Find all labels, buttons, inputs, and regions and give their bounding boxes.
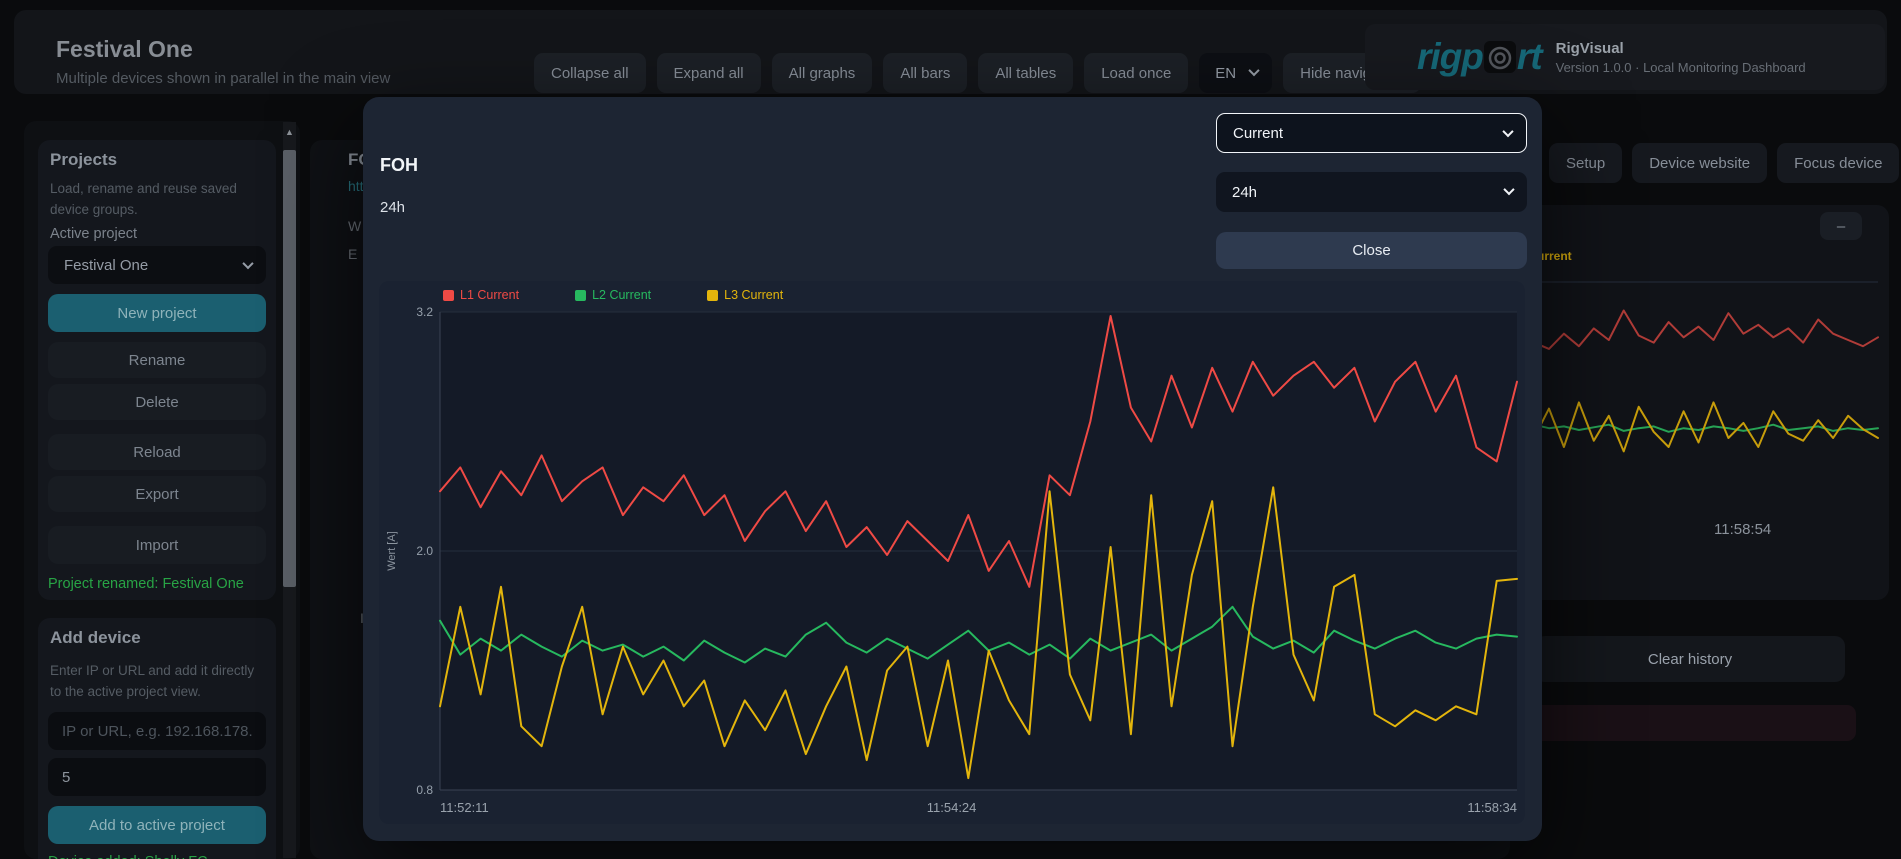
- chart-legend: L1 Current L2 Current L3 Current: [443, 288, 783, 302]
- svg-text:11:54:24: 11:54:24: [927, 800, 977, 815]
- modal-range-label: 24h: [380, 199, 405, 216]
- active-project-value: Festival One: [64, 257, 148, 274]
- foh-current-chart: 3.2 2.0 0.8 11:52:11 11:54:24 11:58:34 Wert [A…: [379, 281, 1525, 824]
- svg-text:11:52:11: 11:52:11: [440, 800, 489, 815]
- device-actions-toolbar: Setup Device website Focus device: [1549, 143, 1899, 183]
- mini-chart-timestamp: 11:58:54: [1714, 521, 1771, 538]
- page-title: Festival One: [56, 36, 193, 63]
- add-device-card: Add device Enter IP or URL and add it di…: [38, 618, 276, 859]
- project-status-message: Project renamed: Festival One: [48, 576, 244, 592]
- language-select-value: EN: [1215, 65, 1236, 82]
- chevron-down-icon: [1248, 65, 1259, 76]
- active-project-label: Active project: [50, 226, 137, 242]
- all-graphs-button[interactable]: All graphs: [772, 53, 873, 93]
- add-device-heading: Add device: [50, 628, 141, 648]
- mini-history-chart: [1532, 261, 1882, 511]
- language-select[interactable]: EN: [1199, 53, 1272, 93]
- import-project-button[interactable]: Import: [48, 526, 266, 564]
- all-bars-button[interactable]: All bars: [883, 53, 967, 93]
- legend-swatch-icon: [575, 290, 586, 301]
- projects-card: Projects Load, rename and reuse saved de…: [38, 140, 276, 600]
- legend-item[interactable]: L1 Current: [443, 288, 519, 302]
- legend-label: L2 Current: [592, 288, 651, 302]
- svg-text:0.8: 0.8: [416, 783, 433, 797]
- projects-description: Load, rename and reuse saved device grou…: [50, 178, 266, 220]
- export-project-button[interactable]: Export: [48, 476, 266, 512]
- danger-action-bar[interactable]: [1519, 705, 1856, 741]
- svg-text:Wert [A]: Wert [A]: [386, 531, 398, 571]
- active-project-select[interactable]: Festival One: [48, 246, 266, 284]
- legend-label: L1 Current: [460, 288, 519, 302]
- logo-text-pre: rigp: [1417, 36, 1483, 78]
- close-modal-button[interactable]: Close: [1216, 232, 1527, 269]
- add-device-description: Enter IP or URL and add it directly to t…: [50, 660, 266, 702]
- modal-title: FOH: [380, 155, 418, 176]
- svg-text:3.2: 3.2: [416, 305, 433, 319]
- range-select[interactable]: 24h: [1216, 172, 1527, 212]
- app-version: Version 1.0.0 · Local Monitoring Dashboa…: [1556, 60, 1806, 75]
- page-subtitle: Multiple devices shown in parallel in th…: [56, 70, 390, 87]
- clear-history-button[interactable]: Clear history: [1535, 636, 1845, 682]
- covered-text-fragment: W: [348, 218, 361, 234]
- chart-container: 3.2 2.0 0.8 11:52:11 11:54:24 11:58:34 Wert [A…: [379, 281, 1525, 824]
- header-toolbar: Collapse all Expand all All graphs All b…: [534, 53, 1421, 93]
- range-select-value: 24h: [1232, 184, 1257, 201]
- device-detail-modal: FOH 24h Current 24h Close 3.2 2.0 0.8 11:52…: [363, 97, 1542, 841]
- minimize-button[interactable]: –: [1820, 212, 1862, 240]
- metric-select-value: Current: [1233, 125, 1283, 142]
- expand-all-button[interactable]: Expand all: [657, 53, 761, 93]
- projects-heading: Projects: [50, 150, 117, 170]
- focus-device-button[interactable]: Focus device: [1777, 143, 1899, 183]
- device-status-message: Device added: Shelly FC: [48, 854, 208, 859]
- load-once-button[interactable]: Load once: [1084, 53, 1188, 93]
- logo-text-post: rt: [1517, 36, 1542, 78]
- svg-text:2.0: 2.0: [416, 544, 433, 558]
- device-interval-input[interactable]: [48, 758, 266, 796]
- chevron-down-icon: [242, 258, 253, 269]
- brand-text: RigVisual Version 1.0.0 · Local Monitori…: [1556, 40, 1806, 75]
- chevron-down-icon: [1503, 184, 1514, 195]
- scrollbar-up-arrow-icon[interactable]: ▲: [283, 127, 296, 137]
- rigport-logo: rigp rt: [1417, 36, 1542, 78]
- all-tables-button[interactable]: All tables: [978, 53, 1073, 93]
- legend-item[interactable]: L2 Current: [575, 288, 651, 302]
- chevron-down-icon: [1502, 126, 1513, 137]
- new-project-button[interactable]: New project: [48, 294, 266, 332]
- brand-panel: rigp rt RigVisual Version 1.0.0 · Local …: [1365, 24, 1885, 90]
- sidebar: Projects Load, rename and reuse saved de…: [24, 121, 300, 859]
- add-to-project-button[interactable]: Add to active project: [48, 806, 266, 844]
- collapse-all-button[interactable]: Collapse all: [534, 53, 646, 93]
- setup-button[interactable]: Setup: [1549, 143, 1622, 183]
- svg-text:11:58:34: 11:58:34: [1467, 800, 1517, 815]
- legend-swatch-icon: [443, 290, 454, 301]
- metric-select[interactable]: Current: [1216, 113, 1527, 153]
- rename-project-button[interactable]: Rename: [48, 342, 266, 378]
- legend-swatch-icon: [707, 290, 718, 301]
- sidebar-scrollbar-thumb[interactable]: [283, 150, 296, 587]
- delete-project-button[interactable]: Delete: [48, 384, 266, 420]
- covered-text-fragment: E: [348, 246, 357, 262]
- device-ip-input[interactable]: [48, 712, 266, 750]
- legend-item[interactable]: L3 Current: [707, 288, 783, 302]
- rigport-target-icon: [1484, 41, 1516, 73]
- app-name: RigVisual: [1556, 40, 1806, 57]
- app-window: Festival One Multiple devices shown in p…: [0, 0, 1901, 859]
- device-history-card: – urrent 11:58:54: [1528, 205, 1889, 600]
- device-website-button[interactable]: Device website: [1632, 143, 1767, 183]
- legend-label: L3 Current: [724, 288, 783, 302]
- app-header: Festival One Multiple devices shown in p…: [14, 10, 1887, 94]
- reload-project-button[interactable]: Reload: [48, 434, 266, 470]
